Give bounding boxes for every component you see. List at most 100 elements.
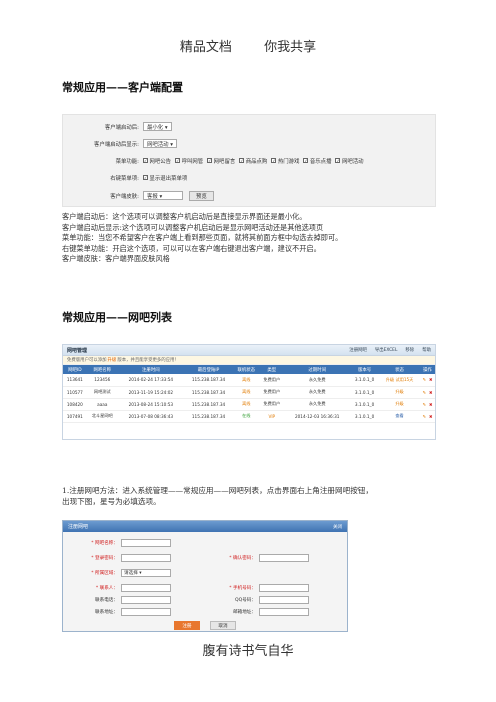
text-line: 客户端启动后：这个选项可以调整客户机启动后是直接显示界面还是最小化。 [62, 212, 307, 221]
menu-checkbox[interactable]: ✓ 呼叫网管 [175, 157, 203, 165]
header-right: 你我共享 [264, 40, 317, 55]
form-row: * 网吧名称： [63, 537, 347, 549]
edit-icon[interactable]: ✎ [423, 402, 427, 407]
table-row[interactable]: 108420 aaaa 2013-08-24 15:10:53 115.238.187… [63, 398, 435, 411]
config-label: 菜单功能: [115, 158, 139, 165]
col-header: 状态 [379, 365, 421, 374]
skin-select[interactable]: 客报 ▾ [143, 191, 183, 200]
address-input[interactable] [121, 608, 171, 616]
help-button[interactable]: 帮助 [422, 347, 431, 353]
upgrade-link[interactable]: 升级 [386, 377, 394, 382]
field-label: QQ号码： [234, 598, 256, 603]
text-line: 右键菜单功能：开启这个选项，可以可以在客户端右键退出客户端，建议不开启。 [62, 243, 321, 253]
config-row-rightmenu: 右键菜单项: ✓ 显示退出菜单项 [63, 171, 435, 184]
menu-checkbox[interactable]: ✓ 网吧公告 [143, 157, 171, 165]
view-link[interactable]: 查看 [395, 413, 403, 418]
config-row-startup: 客户端启动后: 最小化 ▾ [63, 120, 435, 133]
upgrade-link[interactable]: 升级 [108, 357, 117, 363]
header-left: 精品文档 [179, 40, 232, 55]
netbar-table: 网吧ID 网吧名称 注册时间 最后登陆IP 联机状态 类型 过期时间 版本号 状… [63, 365, 435, 423]
page-footer: 腹有诗书气自华 [202, 644, 294, 659]
remove-button[interactable]: 移除 [405, 347, 414, 353]
phone-input[interactable] [121, 596, 171, 604]
cancel-button[interactable]: 取消 [210, 621, 236, 630]
config-label: 客户端启动后显示: [94, 141, 139, 148]
page-header: 精品文档 你我共享 [0, 36, 496, 55]
section2-title: 常规应用——网吧列表 [62, 311, 172, 324]
password-input[interactable] [121, 554, 171, 562]
section1-text: 客户端启动后：这个选项可以调整客户机启动后是直接显示界面还是最小化。 客户端启动… [62, 212, 342, 265]
preview-button[interactable]: 预览 [189, 190, 214, 201]
table-row[interactable]: 107491 北斗星网吧 2013-07-08 08:36:43 115.238.18… [63, 410, 435, 423]
delete-icon[interactable]: ✖ [429, 390, 433, 395]
config-row-menu: 菜单功能: ✓ 网吧公告 ✓ 呼叫网管 ✓ 网吧留言 ✓ 商品点购 ✓ 热门游戏 ✓ 音乐点… [63, 154, 435, 167]
col-header: 注册时间 [117, 365, 184, 374]
field-label: 邮箱地址： [233, 610, 256, 615]
display-select[interactable]: 网吧活动 ▾ [143, 139, 177, 148]
email-input[interactable] [259, 608, 309, 616]
col-header: 过期时间 [284, 365, 351, 374]
register-dialog: 注册网吧 关闭 * 网吧名称： * 登录密码： * 确认密码： * 所属区域： … [62, 520, 348, 632]
region-select[interactable]: 请选择 ▾ [121, 569, 171, 577]
close-button[interactable]: 关闭 [333, 524, 342, 530]
field-label: * 所属区域： [91, 571, 118, 576]
export-excel-button[interactable]: 导出EXCEL [375, 347, 398, 353]
config-label: 客户端皮肤: [110, 193, 139, 200]
table-row[interactable]: 113641 123456 2014-02-24 17:33:54 115.238.1… [63, 374, 435, 387]
menu-checkbox[interactable]: ✓ 网吧留言 [207, 157, 235, 165]
delete-icon[interactable]: ✖ [429, 402, 433, 407]
startup-select[interactable]: 最小化 ▾ [143, 122, 172, 131]
section1-title: 常规应用——客户端配置 [62, 81, 183, 94]
field-label: 联系地址： [95, 610, 118, 615]
section2-text: 1.注册网吧方法：进入系统管理——常规应用——网吧列表，点击界面右上角注册网吧按… [62, 486, 373, 507]
field-label: 联系电话： [95, 598, 118, 603]
dialog-titlebar: 注册网吧 关闭 [63, 521, 347, 532]
text-line: 1.注册网吧方法：进入系统管理——常规应用——网吧列表，点击界面右上角注册网吧按… [62, 486, 373, 495]
qq-input[interactable] [259, 596, 309, 604]
field-label: * 网吧名称： [91, 541, 118, 546]
menu-checkbox[interactable]: ✓ 音乐点播 [303, 157, 331, 165]
exit-menu-checkbox[interactable]: ✓ 显示退出菜单项 [143, 174, 187, 182]
form-row: * 联系人： * 手机号码： [63, 582, 347, 594]
form-row: * 登录密码： * 确认密码： [63, 552, 347, 564]
upgrade-notice: 免费版用户可以添加 升级 版本，并且能享受更多的应用！ [63, 356, 435, 365]
edit-icon[interactable]: ✎ [423, 414, 427, 419]
col-header: 网吧名称 [86, 365, 118, 374]
register-button[interactable]: 注册 [174, 621, 200, 630]
confirm-password-input[interactable] [259, 554, 309, 562]
edit-icon[interactable]: ✎ [423, 377, 427, 382]
col-header: 最后登陆IP [183, 365, 234, 374]
form-row: * 所属区域： 请选择 ▾ [63, 567, 347, 579]
table-row[interactable]: 110577 网吧测试 2013-11-19 15:24:02 115.238.187… [63, 386, 435, 399]
contact-input[interactable] [121, 584, 171, 592]
text-line: 菜单功能：当您不希望客户在客户端上看到那些页面，就将其前面方框中勾选去掉即可。 [62, 233, 343, 243]
text-line: 客户端皮肤：客户端界面皮肤风格 [62, 254, 170, 264]
netbar-panel: 网吧管理 注册网吧 导出EXCEL 移除 帮助 免费版用户可以添加 升级 版本，并且… [62, 344, 436, 440]
col-header: 类型 [259, 365, 285, 374]
netbar-name-input[interactable] [121, 539, 171, 547]
netbar-panel-title: 网吧管理 [67, 347, 88, 354]
field-label: * 登录密码： [91, 556, 118, 561]
delete-icon[interactable]: ✖ [429, 414, 433, 419]
text-line: 出现下图，星号为必填选项。 [62, 496, 161, 506]
config-row-skin: 客户端皮肤: 客报 ▾ 预览 [63, 189, 435, 202]
config-row-display: 客户端启动后显示: 网吧活动 ▾ [63, 137, 435, 150]
menu-checkbox[interactable]: ✓ 热门游戏 [271, 157, 299, 165]
delete-icon[interactable]: ✖ [429, 377, 433, 382]
field-label: * 确认密码： [229, 556, 256, 561]
form-row: 联系电话： QQ号码： [63, 594, 347, 606]
col-header: 操作 [420, 365, 435, 374]
mobile-input[interactable] [259, 584, 309, 592]
upgrade-link[interactable]: 升级 [395, 401, 403, 406]
netbar-toolbar: 网吧管理 注册网吧 导出EXCEL 移除 帮助 [63, 345, 435, 356]
edit-icon[interactable]: ✎ [423, 390, 427, 395]
dialog-title: 注册网吧 [68, 524, 89, 530]
register-netbar-button[interactable]: 注册网吧 [349, 347, 367, 353]
upgrade-link[interactable]: 升级 [395, 389, 403, 394]
client-config-panel: 客户端启动后: 最小化 ▾ 客户端启动后显示: 网吧活动 ▾ 菜单功能: ✓ 网吧… [62, 114, 436, 207]
config-label: 客户端启动后: [104, 124, 139, 131]
config-label: 右键菜单项: [110, 175, 139, 182]
menu-checkbox[interactable]: ✓ 商品点购 [239, 157, 267, 165]
menu-checkbox[interactable]: ✓ 网吧活动 [335, 157, 364, 165]
dialog-buttons: 注册 取消 [63, 621, 347, 630]
